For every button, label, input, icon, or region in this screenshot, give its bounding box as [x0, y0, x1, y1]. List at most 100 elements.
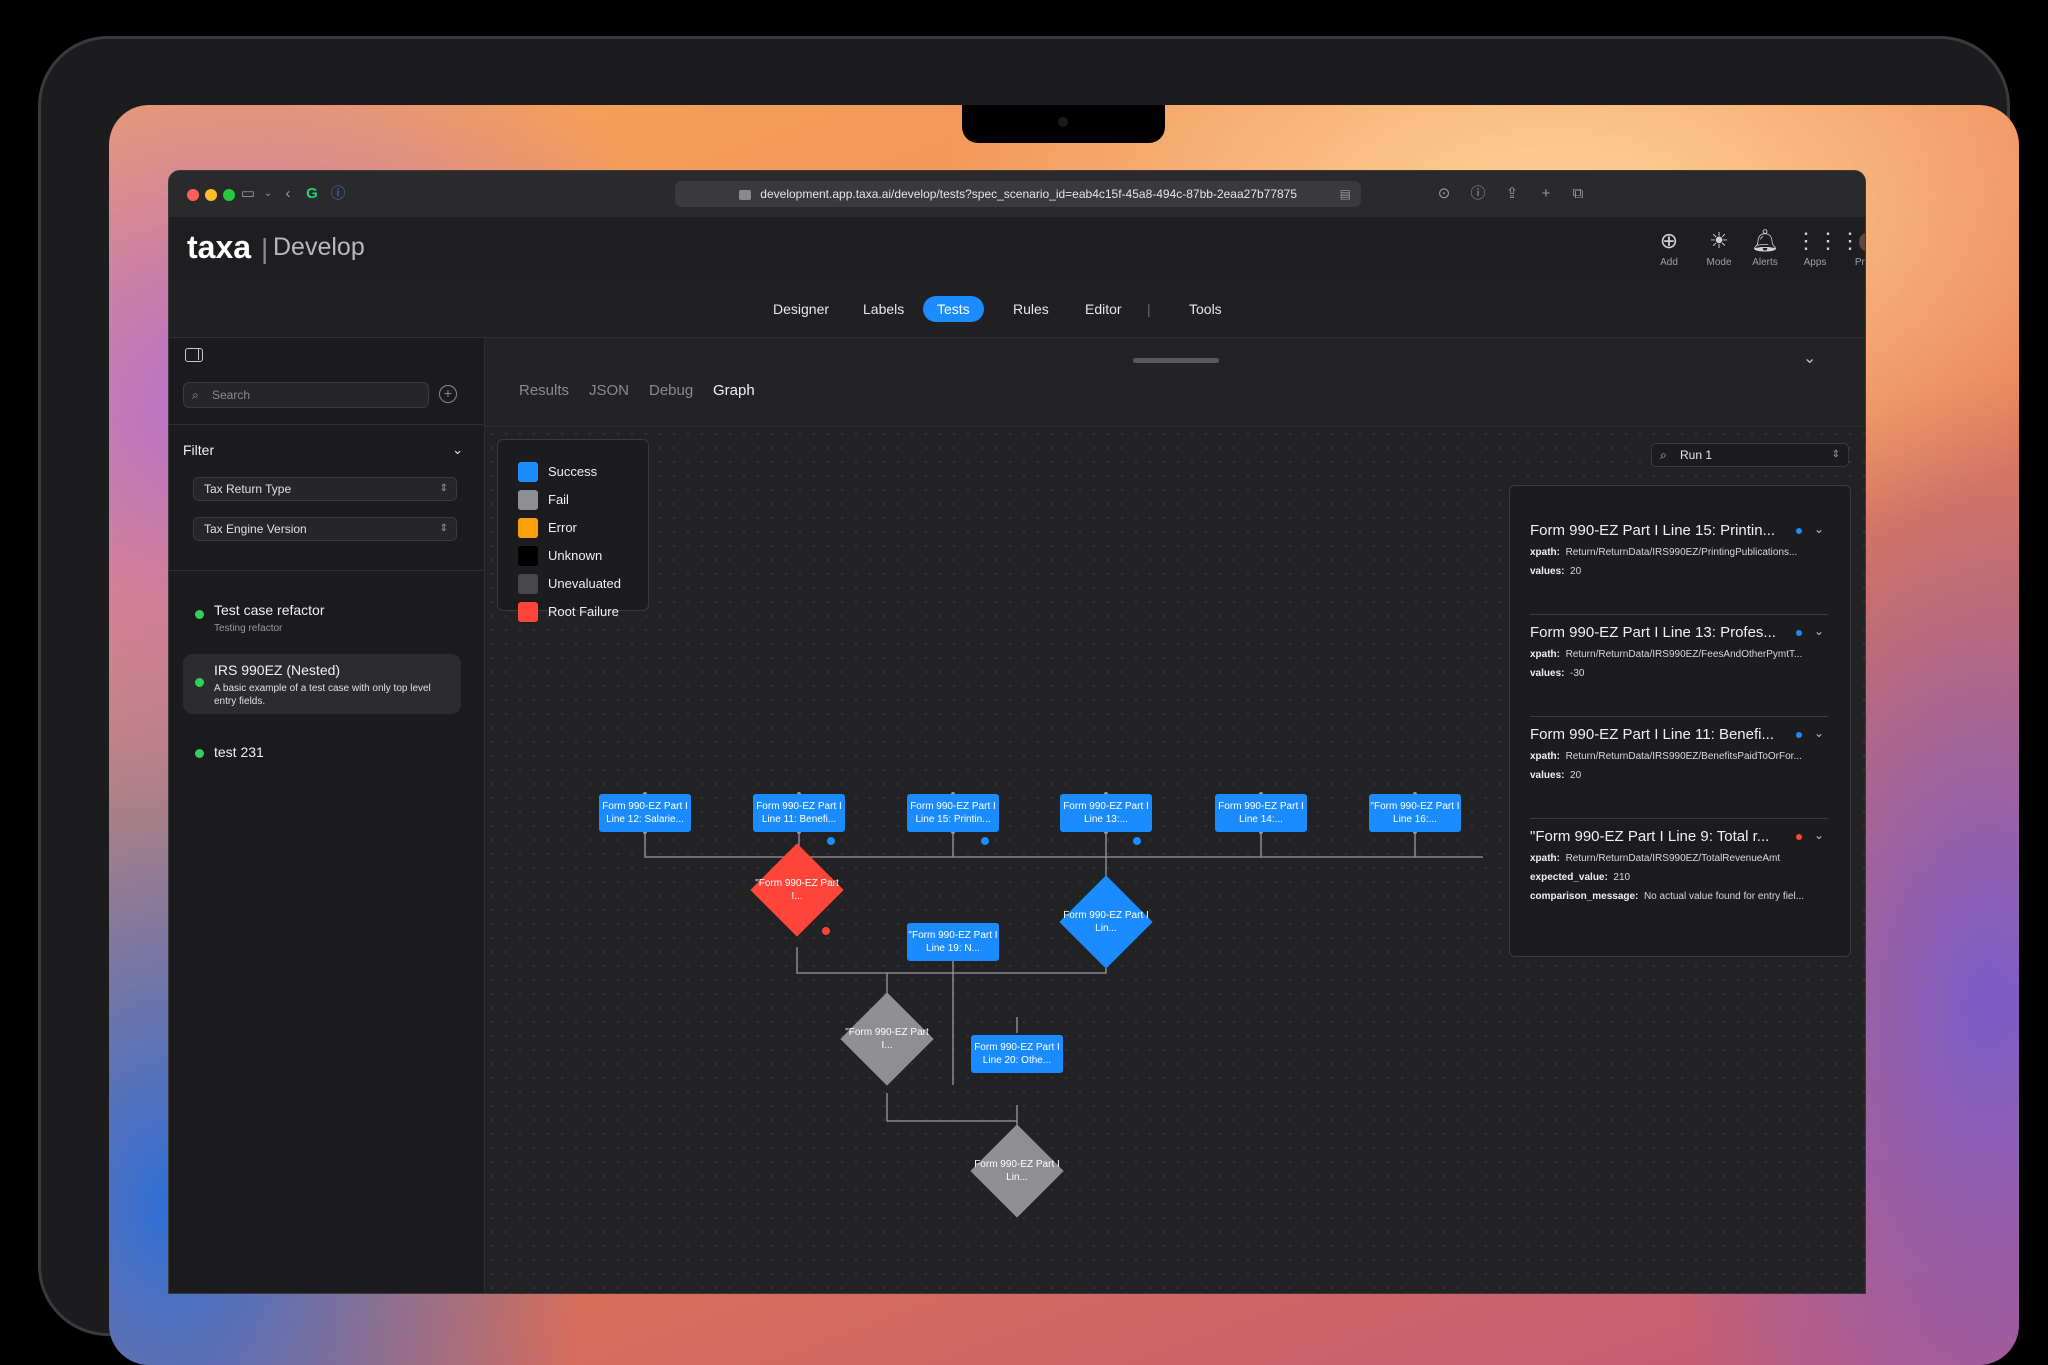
detail-item[interactable]: Form 990-EZ Part I Line 13: Profes... ⌄ … — [1530, 624, 1830, 717]
chevron-down-icon[interactable]: ⌄ — [1814, 624, 1824, 638]
row-key: xpath: — [1530, 649, 1560, 660]
tax-engine-version-select[interactable]: Tax Engine Version ⇕ — [193, 517, 457, 541]
tax-return-type-select[interactable]: Tax Return Type ⇕ — [193, 477, 457, 501]
url-bar[interactable]: development.app.taxa.ai/develop/tests?sp… — [675, 181, 1361, 207]
detail-item[interactable]: "Form 990-EZ Part I Line 9: Total r... ⌄… — [1530, 828, 1830, 902]
mode-button[interactable]: ☀ Mode — [1699, 228, 1739, 269]
search-placeholder: Search — [212, 388, 251, 402]
detail-row: values: 20 — [1530, 770, 1820, 781]
test-case-item[interactable]: test 231 — [183, 742, 461, 768]
graph-canvas[interactable]: Success Fail Error Unknown Unevaluated R… — [485, 426, 1865, 1293]
chevron-down-icon[interactable]: ⌄ — [1814, 828, 1824, 842]
panel-toggle-icon[interactable] — [185, 348, 203, 362]
tab-rules[interactable]: Rules — [999, 296, 1063, 322]
filter-label: Filter — [183, 442, 215, 458]
detail-row: expected_value: 210 — [1530, 872, 1820, 883]
info-icon[interactable]: ⓘ — [1469, 185, 1487, 203]
alerts-label: Alerts — [1752, 257, 1778, 268]
status-dot — [981, 837, 989, 845]
graph-node[interactable]: "Form 990-EZ Part I Line 19: N... — [907, 923, 999, 961]
tab-designer[interactable]: Designer — [759, 296, 843, 322]
tab-editor[interactable]: Editor — [1071, 296, 1136, 322]
detail-row: xpath: Return/ReturnData/IRS990EZ/FeesAn… — [1530, 649, 1820, 660]
grid-icon: ⋮⋮⋮ — [1795, 228, 1861, 253]
graph-node-label: "Form 990-EZ Part I... — [845, 1027, 929, 1051]
tab-json[interactable]: JSON — [589, 382, 629, 399]
divider — [1530, 614, 1828, 615]
graph-node[interactable]: Form 990-EZ Part I Line 11: Benefi... — [753, 794, 845, 832]
profile-button[interactable]: Profile — [1849, 229, 1865, 268]
apps-button[interactable]: ⋮⋮⋮ Apps — [1795, 228, 1861, 269]
row-key: expected_value: — [1530, 872, 1608, 883]
chevron-down-icon[interactable]: ⌄ — [1814, 522, 1824, 536]
sidebar-toggle-icon[interactable]: ▭ — [239, 185, 257, 203]
download-icon[interactable]: ⊙ — [1435, 185, 1453, 203]
add-test-button[interactable]: + — [439, 385, 457, 403]
close-window-button[interactable] — [187, 189, 199, 201]
back-icon[interactable]: ‹ — [279, 185, 297, 203]
legend-label: Error — [548, 520, 577, 535]
sun-icon: ☀ — [1709, 228, 1729, 253]
tab-results[interactable]: Results — [519, 382, 569, 399]
tab-overview-icon[interactable]: ⧉ — [1569, 185, 1587, 203]
chevron-down-icon[interactable]: ⌄ — [259, 185, 277, 203]
row-key: values: — [1530, 770, 1565, 781]
section-title: Develop — [273, 233, 365, 261]
tab-debug[interactable]: Debug — [649, 382, 693, 399]
tab-tools[interactable]: Tools — [1175, 296, 1236, 322]
status-dot — [827, 837, 835, 845]
search-input[interactable]: ⌕ Search — [183, 382, 429, 408]
detail-row: xpath: Return/ReturnData/IRS990EZ/Printi… — [1530, 547, 1820, 558]
graph-node[interactable]: Form 990-EZ Part I Line 14:... — [1215, 794, 1307, 832]
swatch — [518, 462, 538, 482]
filter-toggle[interactable]: Filter ⌄ — [183, 442, 463, 462]
status-dot — [1133, 837, 1141, 845]
status-dot — [1796, 528, 1802, 534]
tab-tests[interactable]: Tests — [923, 296, 984, 322]
select-value: Tax Engine Version — [204, 522, 307, 536]
new-tab-icon[interactable]: + — [1537, 185, 1555, 203]
run-select[interactable]: ⌕ Run 1 ⇕ — [1651, 443, 1849, 467]
add-button[interactable]: ⊕ Add — [1649, 229, 1689, 269]
graph-node[interactable]: Form 990-EZ Part I Line 20: Othe... — [971, 1035, 1063, 1073]
status-dot — [1796, 630, 1802, 636]
test-case-item[interactable]: Test case refactor Testing refactor — [183, 598, 461, 638]
graph-node[interactable]: Form 990-EZ Part I Line 15: Printin... — [907, 794, 999, 832]
main-panel: ⌄ Results JSON Debug Graph Success Fail … — [485, 338, 1865, 1293]
node-details-panel: Form 990-EZ Part I Line 15: Printin... ⌄… — [1509, 485, 1851, 957]
graph-node[interactable]: "Form 990-EZ Part I Line 16:... — [1369, 794, 1461, 832]
detail-item[interactable]: Form 990-EZ Part I Line 11: Benefi... ⌄ … — [1530, 726, 1830, 819]
chevron-down-icon[interactable]: ⌄ — [1814, 726, 1824, 740]
detail-item[interactable]: Form 990-EZ Part I Line 15: Printin... ⌄… — [1530, 522, 1830, 615]
row-value: Return/ReturnData/IRS990EZ/PrintingPubli… — [1565, 547, 1798, 558]
test-case-item-selected[interactable]: IRS 990EZ (Nested) A basic example of a … — [183, 654, 461, 714]
drag-handle[interactable] — [1133, 358, 1219, 363]
share-icon[interactable]: ⇪ — [1503, 185, 1521, 203]
detail-title: Form 990-EZ Part I Line 13: Profes... — [1530, 624, 1776, 641]
bell-icon: 🔔︎ — [1751, 228, 1779, 253]
minimize-window-button[interactable] — [205, 189, 217, 201]
tab-labels[interactable]: Labels — [849, 296, 918, 322]
row-key: xpath: — [1530, 853, 1560, 864]
avatar-icon — [1849, 229, 1865, 253]
sidebar: ⌕ Search + Filter ⌄ Tax Return Type ⇕ Tax… — [169, 338, 485, 1293]
status-dot — [1796, 732, 1802, 738]
swatch — [518, 546, 538, 566]
grammarly-extension-icon[interactable]: G — [303, 185, 321, 203]
row-key: values: — [1530, 566, 1565, 577]
password-extension-icon[interactable]: ⓘ — [329, 185, 347, 203]
row-key: xpath: — [1530, 751, 1560, 762]
maximize-window-button[interactable] — [223, 189, 235, 201]
reader-icon[interactable]: ▤ — [1340, 181, 1351, 207]
row-key: comparison_message: — [1530, 891, 1639, 902]
taxa-logo[interactable]: taxa — [187, 229, 251, 266]
page-icon — [738, 189, 751, 200]
row-value: 20 — [1570, 770, 1582, 781]
graph-node[interactable]: Form 990-EZ Part I Line 13:... — [1060, 794, 1152, 832]
detail-title: "Form 990-EZ Part I Line 9: Total r... — [1530, 828, 1770, 845]
tab-graph[interactable]: Graph — [713, 382, 755, 399]
graph-node[interactable]: Form 990-EZ Part I Line 12: Salarie... — [599, 794, 691, 832]
collapse-chevron-icon[interactable]: ⌄ — [1803, 348, 1816, 368]
row-value: 210 — [1613, 872, 1631, 883]
alerts-button[interactable]: 🔔︎ Alerts — [1745, 228, 1785, 269]
